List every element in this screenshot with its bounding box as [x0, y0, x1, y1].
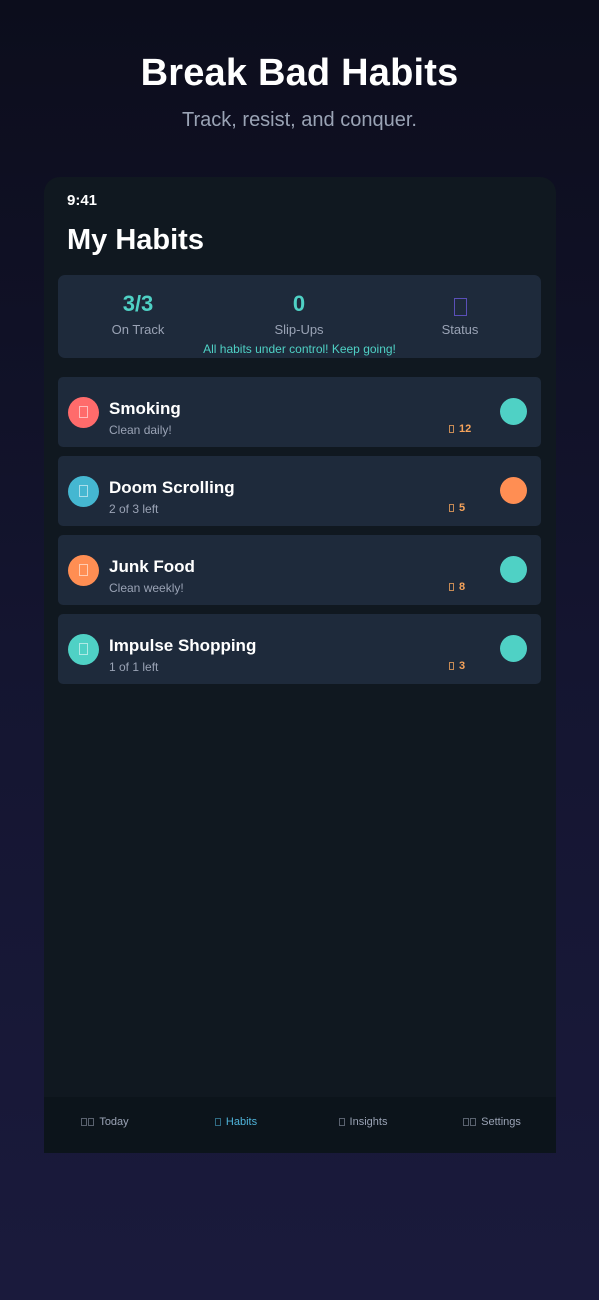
stat-value: 3/3 [122, 291, 154, 316]
stat-label: Status [441, 322, 479, 337]
flame-icon [449, 504, 454, 512]
flame-icon [449, 425, 454, 433]
status-bar-time: 9:41 [67, 192, 98, 209]
streak-count: 3 [459, 660, 466, 672]
stat-value: 0 [292, 291, 306, 316]
habit-toggle-button[interactable] [500, 556, 527, 583]
streak-count: 8 [459, 581, 466, 593]
tab-today[interactable]: Today [44, 1116, 169, 1128]
habit-card-doom-scrolling[interactable]: Doom Scrolling 2 of 3 left 5 [58, 456, 541, 526]
stat-status: Status [380, 291, 540, 337]
smoking-icon [68, 397, 99, 428]
food-icon [68, 555, 99, 586]
calendar-icon-part [88, 1118, 95, 1126]
page-title: My Habits [67, 224, 204, 256]
status-icon [453, 297, 467, 316]
habit-toggle-button[interactable] [500, 398, 527, 425]
streak-count: 5 [459, 502, 466, 514]
tab-insights[interactable]: Insights [299, 1116, 427, 1128]
tab-label: Settings [481, 1116, 521, 1128]
summary-message: All habits under control! Keep going! [203, 342, 396, 356]
phone-icon [68, 476, 99, 507]
hero: Break Bad Habits Track, resist, and conq… [0, 52, 599, 132]
chart-icon [338, 1118, 345, 1126]
gear-icon-part [470, 1118, 477, 1126]
habit-card-junk-food[interactable]: Junk Food Clean weekly! 8 [58, 535, 541, 605]
habit-subtitle: 1 of 1 left [109, 660, 159, 674]
stat-slip-ups: 0 Slip-Ups [219, 291, 379, 337]
stat-label: Slip-Ups [274, 322, 324, 337]
flame-icon [449, 583, 454, 591]
habit-streak: 3 [449, 660, 465, 672]
phone-screen: 9:41 My Habits 3/3 On Track 0 Slip-Ups S… [44, 177, 556, 1153]
habit-card-smoking[interactable]: Smoking Clean daily! 12 [58, 377, 541, 447]
tab-label: Today [99, 1116, 129, 1128]
tab-label: Insights [349, 1116, 388, 1128]
stat-label: On Track [111, 322, 165, 337]
list-icon [214, 1118, 221, 1126]
flame-icon [449, 662, 454, 670]
habit-streak: 8 [449, 581, 465, 593]
gear-icon [463, 1118, 470, 1126]
habit-subtitle: Clean daily! [109, 423, 172, 437]
streak-count: 12 [459, 423, 472, 435]
tab-bar: Today Habits Insights Settings [44, 1097, 556, 1153]
habit-toggle-button[interactable] [500, 477, 527, 504]
calendar-icon [81, 1118, 88, 1126]
habit-card-impulse-shopping[interactable]: Impulse Shopping 1 of 1 left 3 [58, 614, 541, 684]
stat-value [380, 291, 540, 317]
summary-card: 3/3 On Track 0 Slip-Ups Status All habit… [58, 275, 541, 358]
tab-habits[interactable]: Habits [172, 1116, 300, 1128]
tab-label: Habits [225, 1116, 258, 1128]
habit-name: Impulse Shopping [109, 636, 257, 655]
habit-subtitle: Clean weekly! [109, 581, 184, 595]
habit-toggle-button[interactable] [500, 635, 527, 662]
habit-subtitle: 2 of 3 left [109, 502, 159, 516]
habit-streak: 5 [449, 502, 465, 514]
tab-settings[interactable]: Settings [428, 1116, 556, 1128]
hero-title: Break Bad Habits [140, 52, 459, 94]
shopping-icon [68, 634, 99, 665]
habit-name: Doom Scrolling [109, 478, 235, 497]
hero-subtitle: Track, resist, and conquer. [182, 109, 417, 131]
stat-on-track: 3/3 On Track [58, 291, 218, 337]
habit-name: Smoking [109, 399, 181, 418]
habit-streak: 12 [449, 423, 471, 435]
habit-name: Junk Food [109, 557, 195, 576]
